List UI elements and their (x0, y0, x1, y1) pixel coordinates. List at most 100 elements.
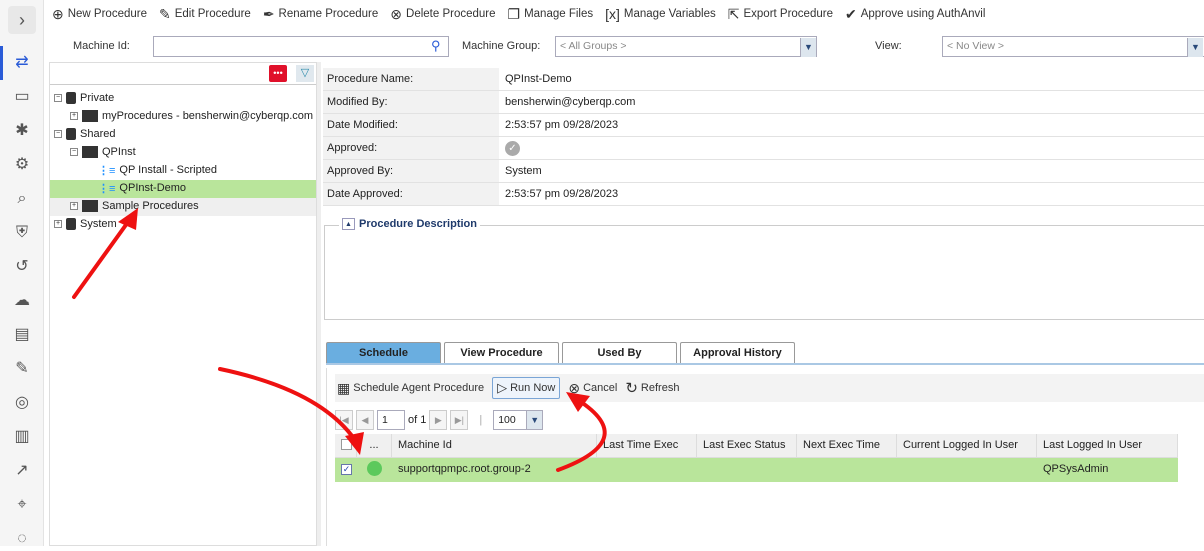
history-icon[interactable]: ↺ (10, 255, 34, 279)
antenna-icon[interactable]: ⌖ (10, 493, 34, 517)
page-input[interactable]: 1 (377, 410, 405, 430)
schedule-action-bar: ▦ Schedule Agent Procedure ▷ Run Now ⊗ Canc… (335, 374, 1204, 402)
detail-key: Approved By: (323, 160, 499, 182)
procedure-icon: ⋮≡ (98, 182, 116, 195)
edit-procedure-button[interactable]: ✎ Edit Procedure (159, 6, 251, 23)
label: Approve using AuthAnvil (860, 8, 986, 20)
chevron-down-icon: ▼ (1187, 38, 1203, 57)
refresh-icon: ↻ (625, 380, 638, 397)
bug-icon[interactable]: ✱ (10, 119, 34, 143)
node-label: QPInst (102, 146, 136, 158)
first-page-icon[interactable]: |◀ (335, 410, 353, 430)
remote-search-icon[interactable]: ⌕ (10, 187, 34, 211)
label: Refresh (640, 382, 680, 394)
column-last-time-exec[interactable]: Last Time Exec (597, 434, 697, 457)
approve-authanvil-button[interactable]: ✔ Approve using AuthAnvil (845, 6, 985, 23)
procedure-icon: ⋮≡ (98, 164, 116, 177)
password-manager-icon[interactable]: ••• (269, 65, 287, 82)
delete-procedure-button[interactable]: ⊗ Delete Procedure (390, 6, 495, 23)
column-machine-id[interactable]: Machine Id (392, 434, 597, 457)
tab-schedule[interactable]: Schedule (326, 342, 441, 363)
manage-files-button[interactable]: ❐ Manage Files (508, 6, 594, 23)
detail-key: Date Modified: (323, 114, 499, 136)
chart-icon[interactable]: ↗ (10, 459, 34, 483)
expand-icon[interactable]: + (70, 202, 78, 210)
run-now-button[interactable]: ▷ Run Now (492, 377, 561, 399)
delete-circle-icon: ⊗ (390, 5, 403, 22)
monitor-icon[interactable]: ▭ (10, 85, 34, 109)
page-count: of 1 (408, 414, 427, 426)
variables-icon: [x] (605, 6, 620, 22)
cell-next-exec-time (797, 458, 897, 482)
document-icon[interactable]: ▤ (10, 323, 34, 347)
page-size-select[interactable]: 100 ▼ (493, 410, 544, 430)
prev-page-icon[interactable]: ◀ (356, 410, 374, 430)
tree-node-qpinst-demo[interactable]: ⋮≡ QPInst-Demo (98, 179, 186, 197)
procedure-description-panel: ▲ Procedure Description (324, 218, 1204, 320)
column-current-logged-in-user[interactable]: Current Logged In User (897, 434, 1037, 457)
tree-node-shared[interactable]: − Shared (54, 125, 115, 143)
schedule-agent-procedure-button[interactable]: ▦ Schedule Agent Procedure (337, 380, 484, 397)
settings-cycle-icon[interactable]: ◌ (10, 527, 34, 551)
filter-icon[interactable]: ▽ (296, 65, 314, 82)
description-header[interactable]: ▲ Procedure Description (339, 218, 480, 230)
column-next-exec-time[interactable]: Next Exec Time (797, 434, 897, 457)
folder-icon (82, 146, 98, 158)
label: Rename Procedure (278, 8, 379, 20)
splitter[interactable] (317, 62, 321, 546)
cancel-button[interactable]: ⊗ Cancel (568, 380, 617, 397)
table-row[interactable]: ✓ supportqpmpc.root.group-2 QPSysAdmin (335, 458, 1178, 482)
machine-group-select[interactable]: < All Groups > ▼ (555, 36, 817, 57)
tree-node-myprocedures[interactable]: + myProcedures - bensherwin@cyberqp.com (70, 107, 313, 125)
cell-last-exec-status (697, 458, 797, 482)
tree-node-qpinst[interactable]: − QPInst (70, 143, 136, 161)
collapse-up-icon[interactable]: ▲ (342, 218, 355, 230)
tree-node-qp-install-scripted[interactable]: ⋮≡ QP Install - Scripted (98, 161, 217, 179)
shield-icon[interactable]: ⛨ (10, 221, 34, 245)
view-select[interactable]: < No View > ▼ (942, 36, 1204, 57)
machine-id-input[interactable] (153, 36, 449, 57)
icon-rail: › ⇄ ▭ ✱ ⚙ ⌕ ⛨ ↺ ☁ ▤ ✎ ◎ ▥ ↗ ⌖ ◌ (0, 0, 44, 547)
column-status[interactable]: ... (357, 434, 392, 457)
select-all-checkbox[interactable] (335, 434, 357, 457)
row-checkbox[interactable]: ✓ (335, 458, 357, 482)
expand-icon[interactable]: + (70, 112, 78, 120)
gear-icon[interactable]: ⚙ (10, 153, 34, 177)
tree-node-private[interactable]: − Private (54, 89, 114, 107)
column-last-logged-in-user[interactable]: Last Logged In User (1037, 434, 1178, 457)
filter-bar: Machine Id: ⚲ Machine Group: < All Group… (0, 36, 1204, 58)
rename-procedure-button[interactable]: ✒ Rename Procedure (263, 6, 378, 23)
label: Export Procedure (743, 8, 833, 20)
folder-icon (82, 200, 98, 212)
last-page-icon[interactable]: ▶| (450, 410, 469, 430)
expand-icon[interactable]: + (54, 220, 62, 228)
column-last-exec-status[interactable]: Last Exec Status (697, 434, 797, 457)
new-procedure-button[interactable]: ⊕ New Procedure (52, 6, 147, 23)
report-icon[interactable]: ▥ (10, 425, 34, 449)
edit-doc-icon[interactable]: ✎ (10, 357, 34, 381)
label: Cancel (583, 382, 618, 394)
refresh-button[interactable]: ↻ Refresh (625, 379, 679, 397)
cell-last-time-exec (597, 458, 697, 482)
cloud-icon[interactable]: ☁ (10, 289, 34, 313)
manage-variables-button[interactable]: [x] Manage Variables (605, 6, 716, 22)
next-page-icon[interactable]: ▶ (429, 410, 448, 430)
tab-used-by[interactable]: Used By (562, 342, 677, 363)
search-icon[interactable]: ⚲ (431, 38, 441, 54)
target-icon[interactable]: ◎ (10, 391, 34, 415)
collapse-icon[interactable]: − (54, 130, 62, 138)
chevron-down-icon: ▼ (800, 38, 816, 57)
export-procedure-button[interactable]: ⇱ Export Procedure (728, 6, 833, 23)
tree-node-sample-procedures[interactable]: + Sample Procedures (70, 197, 199, 215)
node-label: QPInst-Demo (119, 182, 187, 194)
detail-value: ✓ (499, 137, 526, 159)
view-label: View: (875, 40, 902, 52)
collapse-icon[interactable]: − (54, 94, 62, 102)
tab-view-procedure[interactable]: View Procedure (444, 342, 559, 363)
tree-node-system[interactable]: + System (54, 215, 117, 233)
tab-approval-history[interactable]: Approval History (680, 342, 795, 363)
expand-chevron-icon[interactable]: › (8, 6, 36, 34)
collapse-icon[interactable]: − (70, 148, 78, 156)
label: Manage Files (524, 8, 594, 20)
description-title: Procedure Description (359, 218, 477, 230)
